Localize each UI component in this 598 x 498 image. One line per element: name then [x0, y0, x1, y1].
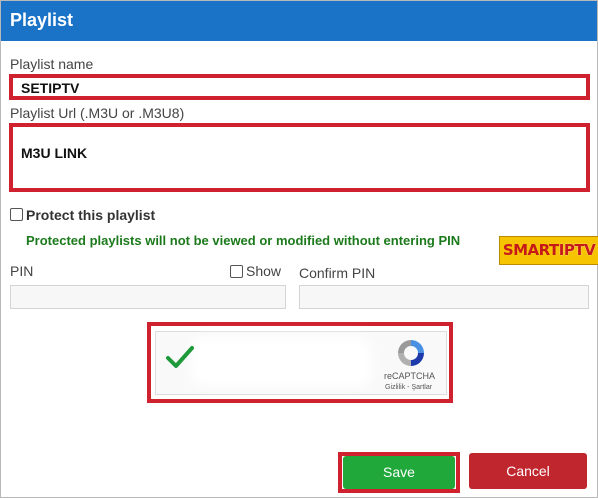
recaptcha-logo-icon: [398, 340, 424, 366]
save-button[interactable]: Save: [343, 456, 455, 489]
show-pin-checkbox[interactable]: [230, 265, 243, 278]
dialog-title: Playlist: [10, 10, 74, 30]
playlist-url-value: M3U LINK: [21, 145, 88, 161]
recaptcha-links[interactable]: Gizlilik - Şartlar: [385, 384, 432, 391]
playlist-name-label: Playlist name: [10, 56, 94, 72]
cancel-button[interactable]: Cancel: [469, 453, 587, 489]
dialog-header: Playlist: [1, 1, 597, 41]
check-icon: [166, 346, 194, 368]
smartiptv-logo: SMARTIPTV: [499, 236, 598, 265]
show-pin-label: Show: [246, 263, 282, 279]
confirm-pin-label: Confirm PIN: [299, 265, 376, 281]
recaptcha-blurred-area: [191, 337, 371, 387]
playlist-dialog: Playlist Playlist name SETIPTV Playlist …: [0, 0, 598, 498]
confirm-pin-input[interactable]: [299, 285, 589, 309]
playlist-name-field[interactable]: SETIPTV: [9, 74, 590, 100]
protect-checkbox[interactable]: [10, 208, 23, 221]
protect-label: Protect this playlist: [26, 207, 156, 223]
playlist-name-value: SETIPTV: [21, 80, 80, 96]
pin-input[interactable]: [10, 285, 286, 309]
pin-label: PIN: [10, 263, 34, 279]
protect-note: Protected playlists will not be viewed o…: [26, 233, 461, 248]
playlist-url-field[interactable]: M3U LINK: [9, 123, 590, 192]
playlist-url-label: Playlist Url (.M3U or .M3U8): [10, 105, 185, 121]
recaptcha-brand: reCAPTCHA: [384, 371, 436, 381]
